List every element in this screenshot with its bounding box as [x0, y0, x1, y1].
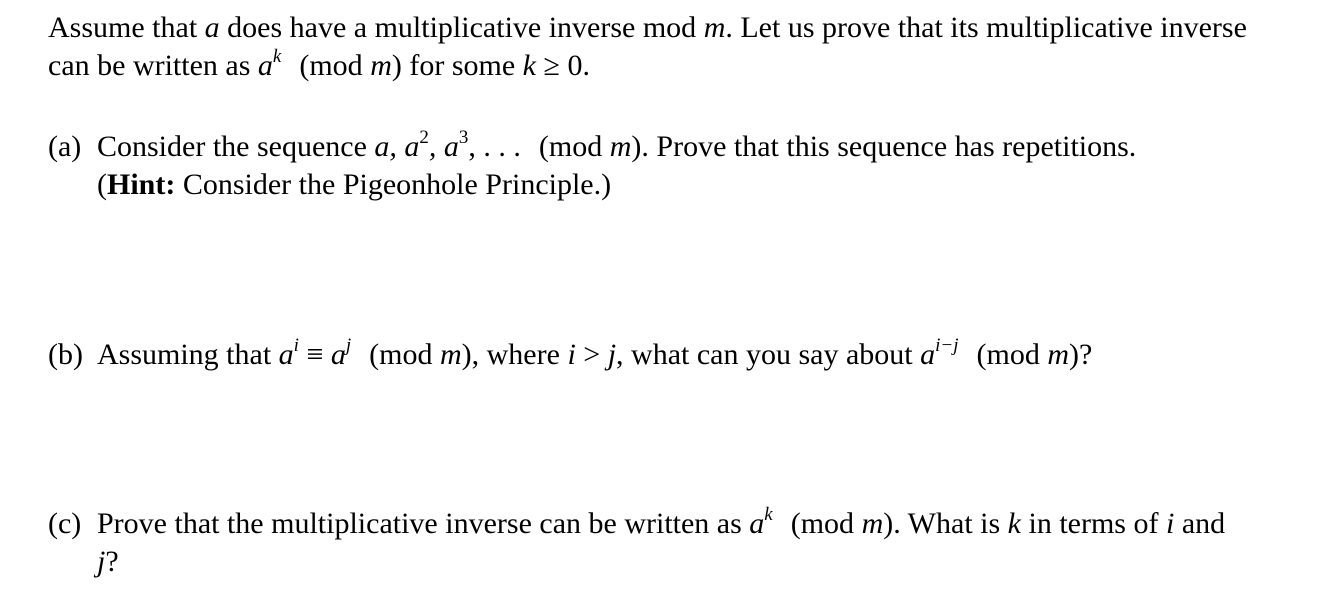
part-a-text: ). Prove that this sequence has repetiti… [631, 130, 1137, 163]
math-exponent-j: j [345, 335, 352, 356]
part-c-line-2: j? [97, 543, 1225, 581]
part-c-line-1: Prove that the multiplicative inverse ca… [97, 505, 1225, 543]
intro-text: ≥ 0. [535, 49, 590, 82]
mod-text: (mod [299, 49, 371, 82]
math-var-i: i [567, 338, 576, 371]
part-b-line-1: Assuming that ai ≡ aj (mod m), where i > … [97, 336, 1092, 374]
math-gt: > [575, 338, 608, 371]
math-seq: a, a [374, 130, 420, 163]
mod-text: (mod [538, 130, 610, 163]
part-c-text: in terms of [1021, 507, 1166, 540]
math-exponent-k: k [272, 46, 282, 67]
part-b-text: Assuming that [97, 338, 279, 371]
problem-page: Assume that a does have a multiplicative… [0, 0, 1324, 615]
part-c-body: Prove that the multiplicative inverse ca… [97, 505, 1225, 581]
intro-line-2: can be written as ak (mod m) for some k ≥… [48, 47, 1288, 85]
math-var-m: m [1047, 338, 1070, 371]
intro-paragraph: Assume that a does have a multiplicative… [48, 9, 1288, 85]
math-seq: , a [428, 130, 459, 163]
math-exponent-2: 2 [419, 127, 429, 148]
math-var-a: a [330, 338, 346, 371]
intro-text: Assume that [48, 11, 205, 44]
math-var-m: m [609, 130, 632, 163]
math-exponent-i-minus-j: i−j [935, 335, 959, 356]
math-exponent-3: 3 [458, 127, 469, 148]
part-b-body: Assuming that ai ≡ aj (mod m), where i > … [97, 336, 1092, 374]
part-c-text: and [1174, 507, 1226, 540]
math-ellipsis: , . . . [468, 130, 521, 163]
math-var-m: m [861, 507, 884, 540]
intro-text: . Let us prove that its multiplicative i… [725, 11, 1247, 44]
mod-text: (mod [976, 338, 1048, 371]
math-equiv: ≡ [298, 338, 331, 371]
mod-text: (mod [369, 338, 440, 371]
math-var-j: j [607, 338, 617, 371]
mod-text: (mod [790, 507, 862, 540]
hint-text: Consider the Pigeonhole Principle.) [175, 168, 612, 201]
math-var-k: k [1007, 507, 1021, 540]
hint-paren: ( [97, 168, 107, 201]
intro-text: ) for some [391, 49, 523, 82]
hint-label: Hint: [107, 168, 176, 201]
math-var-k: k [522, 49, 536, 82]
math-var-m: m [703, 11, 726, 44]
part-b-label: (b) [48, 338, 83, 371]
part-a-line-1: Consider the sequence a, a2, a3, . . . (m… [97, 128, 1136, 166]
intro-line-1: Assume that a does have a multiplicative… [48, 9, 1288, 47]
part-a-hint: (Hint: Consider the Pigeonhole Principle… [97, 166, 1136, 204]
math-var-m: m [370, 49, 392, 82]
intro-text: can be written as [48, 49, 258, 82]
math-var-a: a [920, 338, 936, 371]
intro-text: does have a multiplicative inverse mod [219, 11, 704, 44]
math-var-a: a [278, 338, 294, 371]
part-a-body: Consider the sequence a, a2, a3, . . . (m… [97, 128, 1136, 204]
math-var-m: m [439, 338, 462, 371]
part-a-text: Consider the sequence [97, 130, 375, 163]
math-var-a: a [204, 11, 220, 44]
math-var-a: a [257, 49, 273, 82]
part-c-label: (c) [48, 507, 82, 540]
part-b-text: )? [1069, 338, 1093, 371]
part-b-text: ), where [461, 338, 568, 371]
math-var-a: a [749, 507, 765, 540]
part-a-label: (a) [48, 130, 82, 163]
part-c-text: ). What is [883, 507, 1008, 540]
part-c-text: Prove that the multiplicative inverse ca… [97, 507, 750, 540]
math-exponent-k: k [764, 504, 773, 525]
part-c-text: ? [105, 545, 119, 578]
part-b-text: , what can you say about [616, 338, 921, 371]
